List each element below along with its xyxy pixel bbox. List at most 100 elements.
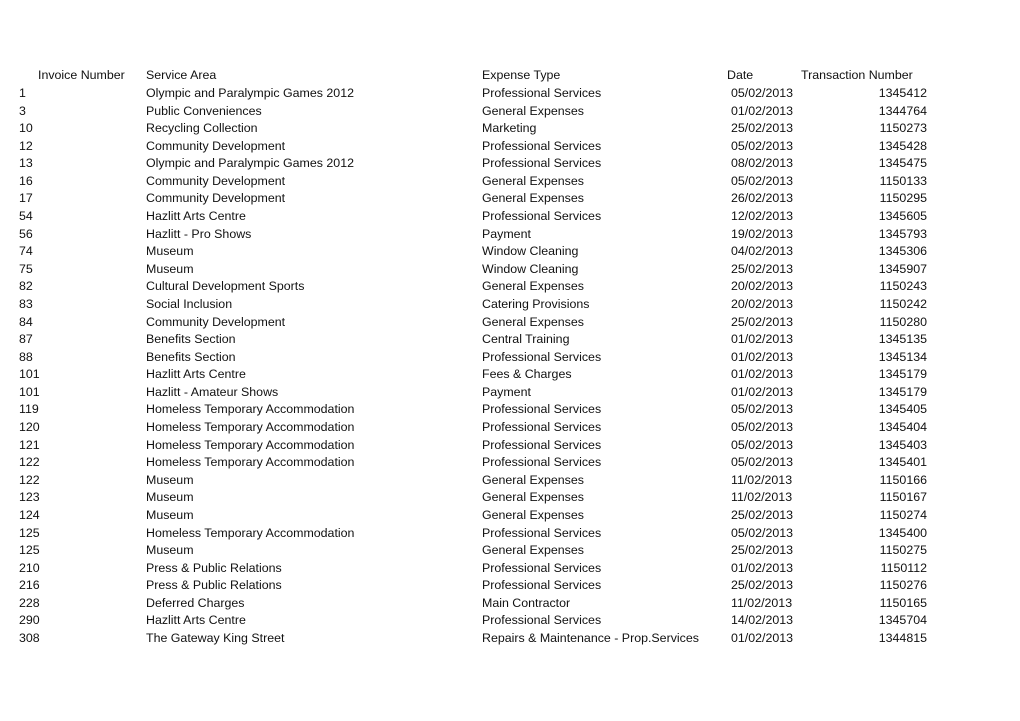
service-area-cell: Community Development bbox=[146, 314, 286, 329]
transaction-number-cell: 1150112 bbox=[880, 560, 927, 575]
date-cell: 26/02/2013 bbox=[731, 191, 794, 206]
expense-type-cell: General Expenses bbox=[482, 490, 584, 505]
expense-type-cell: Professional Services bbox=[482, 420, 602, 435]
date-cell: 08/02/2013 bbox=[731, 156, 794, 171]
service-area-cell: Recycling Collection bbox=[146, 121, 258, 136]
service-area-cell: Hazlitt - Amateur Shows bbox=[146, 384, 279, 399]
service-area-cell: Benefits Section bbox=[146, 349, 236, 364]
transaction-number-cell: 1345135 bbox=[878, 332, 927, 347]
date-cell: 25/02/2013 bbox=[731, 261, 794, 276]
service-area-cell: Community Development bbox=[146, 191, 286, 206]
expense-type-cell: General Expenses bbox=[482, 103, 584, 118]
expense-type-cell: Marketing bbox=[482, 121, 537, 136]
service-area-cell: Museum bbox=[146, 244, 194, 259]
service-area-cell: Homeless Temporary Accommodation bbox=[146, 455, 355, 470]
invoice-number-cell: 56 bbox=[19, 226, 33, 241]
transaction-number-cell: 1345404 bbox=[878, 420, 927, 435]
transaction-number-cell: 1150166 bbox=[879, 472, 927, 487]
date-cell: 14/02/2013 bbox=[731, 613, 794, 628]
transaction-number-cell: 1345605 bbox=[878, 209, 927, 224]
expense-type-cell: Payment bbox=[482, 226, 531, 241]
transaction-number-cell: 1150275 bbox=[879, 543, 927, 558]
transaction-number-cell: 1150133 bbox=[879, 173, 927, 188]
expense-type-cell: Central Training bbox=[482, 332, 570, 347]
invoice-number-cell: 125 bbox=[19, 525, 40, 540]
service-area-cell: Benefits Section bbox=[146, 332, 236, 347]
transaction-number-cell: 1345306 bbox=[878, 244, 927, 259]
invoice-number-cell: 13 bbox=[19, 156, 33, 171]
invoice-number-cell: 75 bbox=[19, 261, 33, 276]
invoice-number-cell: 290 bbox=[19, 613, 40, 628]
expense-type-cell: General Expenses bbox=[482, 507, 584, 522]
expense-type-cell: General Expenses bbox=[482, 191, 584, 206]
date-cell: 01/02/2013 bbox=[731, 349, 794, 364]
invoice-number-cell: 101 bbox=[19, 367, 40, 382]
service-area-cell: Homeless Temporary Accommodation bbox=[146, 402, 355, 417]
expense-type-cell: Professional Services bbox=[482, 86, 602, 100]
date-cell: 25/02/2013 bbox=[731, 121, 794, 136]
transaction-number-cell: 1150280 bbox=[879, 314, 927, 329]
invoice-number-cell: 83 bbox=[19, 296, 33, 311]
service-area-cell: Hazlitt Arts Centre bbox=[146, 613, 246, 628]
invoice-number-cell: 17 bbox=[19, 191, 33, 206]
expense-type-cell: Professional Services bbox=[482, 560, 602, 575]
service-area-cell: Homeless Temporary Accommodation bbox=[146, 437, 355, 452]
service-area-cell: Olympic and Paralympic Games 2012 bbox=[146, 156, 354, 171]
invoice-number-cell: 122 bbox=[19, 472, 40, 487]
transaction-number-cell: 1344815 bbox=[878, 630, 927, 645]
invoice-number-cell: 3 bbox=[19, 103, 26, 118]
invoice-number-cell: 101 bbox=[19, 384, 40, 399]
date-cell: 05/02/2013 bbox=[731, 86, 794, 100]
transaction-number-cell: 1150273 bbox=[879, 121, 927, 136]
transaction-number-cell: 1150274 bbox=[879, 507, 927, 522]
invoice-number-cell: 119 bbox=[19, 402, 39, 417]
invoice-number-cell: 210 bbox=[19, 560, 40, 575]
date-cell: 01/02/2013 bbox=[731, 630, 794, 645]
invoice-number-cell: 308 bbox=[19, 630, 40, 645]
expense-type-cell: Main Contractor bbox=[482, 595, 571, 610]
service-area-cell: Public Conveniences bbox=[146, 103, 262, 118]
date-cell: 11/02/2013 bbox=[731, 595, 793, 610]
date-cell: 11/02/2013 bbox=[731, 472, 793, 487]
expense-type-cell: Professional Services bbox=[482, 349, 602, 364]
header-expense-type: Expense Type bbox=[482, 68, 561, 82]
transaction-number-cell: 1150243 bbox=[879, 279, 927, 294]
date-cell: 05/02/2013 bbox=[731, 173, 794, 188]
transaction-number-cell: 1344764 bbox=[878, 103, 927, 118]
service-area-cell: Museum bbox=[146, 507, 194, 522]
transaction-number-cell: 1345179 bbox=[878, 384, 927, 399]
service-area-cell: Cultural Development Sports bbox=[146, 279, 305, 294]
service-area-cell: Press & Public Relations bbox=[146, 578, 282, 593]
invoice-number-cell: 54 bbox=[19, 209, 33, 224]
date-cell: 11/02/2013 bbox=[731, 490, 793, 505]
expense-type-cell: Payment bbox=[482, 384, 531, 399]
expense-type-cell: Professional Services bbox=[482, 156, 602, 171]
service-area-cell: Community Development bbox=[146, 173, 286, 188]
date-cell: 12/02/2013 bbox=[731, 209, 794, 224]
transaction-number-cell: 1345793 bbox=[878, 226, 927, 241]
service-area-cell: Museum bbox=[146, 261, 194, 276]
expense-type-cell: Window Cleaning bbox=[482, 261, 579, 276]
header-invoice-number: Invoice Number bbox=[38, 68, 125, 82]
expense-type-cell: General Expenses bbox=[482, 314, 584, 329]
invoice-number-cell: 84 bbox=[19, 314, 33, 329]
expense-type-cell: Professional Services bbox=[482, 578, 602, 593]
date-cell: 19/02/2013 bbox=[731, 226, 794, 241]
invoice-number-cell: 121 bbox=[19, 437, 40, 452]
invoice-number-cell: 123 bbox=[19, 490, 40, 505]
expense-type-cell: Catering Provisions bbox=[482, 296, 590, 311]
header-transaction-number: Transaction Number bbox=[801, 68, 913, 82]
transaction-number-cell: 1150167 bbox=[879, 490, 927, 505]
date-cell: 25/02/2013 bbox=[731, 543, 794, 558]
expense-type-cell: Professional Services bbox=[482, 613, 602, 628]
invoice-number-cell: 88 bbox=[19, 349, 33, 364]
expense-type-cell: General Expenses bbox=[482, 279, 584, 294]
expense-type-cell: Professional Services bbox=[482, 437, 602, 452]
transaction-number-cell: 1345401 bbox=[878, 455, 927, 470]
service-area-cell: Hazlitt - Pro Shows bbox=[146, 226, 252, 241]
expense-type-cell: Professional Services bbox=[482, 209, 602, 224]
service-area-cell: Hazlitt Arts Centre bbox=[146, 209, 246, 224]
date-cell: 01/02/2013 bbox=[731, 367, 794, 382]
date-cell: 20/02/2013 bbox=[731, 296, 794, 311]
transaction-number-cell: 1345179 bbox=[878, 367, 927, 382]
